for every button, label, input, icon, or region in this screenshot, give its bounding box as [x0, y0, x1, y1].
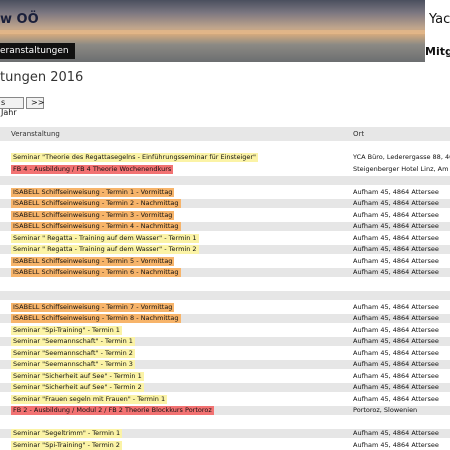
previous-year-button[interactable]: s Jahr: [0, 97, 24, 117]
event-location: Aufham 45, 4864 Attersee: [353, 302, 439, 311]
event-link[interactable]: Seminar "Frauen segeln mit Frauen" - Ter…: [11, 394, 168, 404]
table-row: Seminar "Sicherheit auf See" - Termin 1 A…: [0, 371, 450, 381]
event-link[interactable]: ISABELL Schiffseinweisung - Termin 5 - V…: [11, 256, 175, 266]
event-link[interactable]: ISABELL Schiffseinweisung - Termin 7 - V…: [11, 302, 175, 312]
nav-menu-veranstaltungen[interactable]: eranstaltungen: [0, 43, 75, 59]
table-row: Seminar "Seemannschaft" - Termin 2 Aufham…: [0, 348, 450, 358]
table-row: [0, 176, 450, 185]
event-link[interactable]: Seminar "Spi-Training" - Termin 2: [11, 440, 122, 450]
table-row: ISABELL Schiffseinweisung - Termin 7 - V…: [0, 302, 450, 312]
event-location: YCA Büro, Lederergasse 88, 40: [353, 153, 450, 161]
event-link[interactable]: Seminar "Theorie des Regattasegelns - Ei…: [11, 153, 259, 162]
header-banner: w OÖ eranstaltungen: [0, 0, 425, 62]
table-row: Seminar "Seemannschaft" - Termin 1 Aufham…: [0, 337, 450, 346]
event-location: Aufham 45, 4864 Attersee: [353, 371, 439, 380]
table-row: ISABELL Schiffseinweisung - Termin 2 - N…: [0, 199, 450, 208]
table-row: Seminar " Regatta - Training auf dem Was…: [0, 233, 450, 243]
event-location: Portoroz, Slowenien: [353, 406, 418, 414]
table-row: Seminar "Frauen segeln mit Frauen" - Ter…: [0, 394, 450, 404]
event-location: Aufham 45, 4864 Attersee: [353, 429, 439, 437]
event-link[interactable]: Seminar "Seemannschaft" - Termin 3: [11, 360, 135, 369]
event-location: Aufham 45, 4864 Attersee: [353, 245, 439, 253]
table-row: Seminar " Regatta - Training auf dem Was…: [0, 245, 450, 254]
table-row: ISABELL Schiffseinweisung - Termin 6 - N…: [0, 268, 450, 277]
event-link: [11, 280, 15, 289]
table-row: FB 2 - Ausbildung / Modul 2 / FB 2 Theor…: [0, 406, 450, 415]
table-row: ISABELL Schiffseinweisung - Termin 4 - N…: [0, 222, 450, 231]
event-link[interactable]: ISABELL Schiffseinweisung - Termin 4 - N…: [11, 222, 181, 231]
event-link[interactable]: Seminar "Sicherheit auf See" - Termin 1: [11, 371, 144, 381]
column-header-event: Veranstaltung: [11, 130, 60, 138]
event-link: [11, 291, 15, 300]
event-link[interactable]: ISABELL Schiffseinweisung - Termin 8 - N…: [11, 314, 181, 323]
event-link[interactable]: Seminar "Seemannschaft" - Termin 2: [11, 348, 135, 358]
event-location: Aufham 45, 4864 Attersee: [353, 187, 439, 196]
event-link[interactable]: ISABELL Schiffseinweisung - Termin 2 - N…: [11, 199, 181, 208]
event-location: Aufham 45, 4864 Attersee: [353, 383, 439, 391]
event-link[interactable]: Seminar "Seemannschaft" - Termin 1: [11, 337, 135, 346]
event-location: Aufham 45, 4864 Attersee: [353, 348, 439, 357]
site-title: w OÖ: [0, 12, 39, 27]
header-right-title: Yach: [429, 12, 450, 27]
event-link[interactable]: FB 2 - Ausbildung / Modul 2 / FB 2 Theor…: [11, 406, 214, 415]
table-row: [0, 418, 450, 427]
event-link[interactable]: ISABELL Schiffseinweisung - Termin 1 - V…: [11, 187, 175, 197]
event-link[interactable]: Seminar " Regatta - Training auf dem Was…: [11, 233, 199, 243]
event-location: Aufham 45, 4864 Attersee: [353, 210, 439, 219]
event-location: Aufham 45, 4864 Attersee: [353, 199, 439, 207]
event-location: Aufham 45, 4864 Attersee: [353, 268, 439, 276]
header-right-panel: Yach Mitg: [425, 0, 450, 62]
event-link[interactable]: FB 4 - Ausbildung / FB 4 Theorie Wochene…: [11, 164, 174, 174]
table-row: ISABELL Schiffseinweisung - Termin 8 - N…: [0, 314, 450, 323]
event-link[interactable]: ISABELL Schiffseinweisung - Termin 6 - N…: [11, 268, 181, 277]
table-row: Seminar "Seemannschaft" - Termin 3 Aufham…: [0, 360, 450, 369]
column-header-location: Ort: [353, 130, 365, 138]
event-location: Aufham 45, 4864 Attersee: [353, 233, 439, 242]
table-row: FB 4 - Ausbildung / FB 4 Theorie Wochene…: [0, 164, 450, 174]
event-location: Aufham 45, 4864 Attersee: [353, 256, 439, 265]
table-row: Seminar "Sicherheit auf See" - Termin 2 A…: [0, 383, 450, 392]
event-location: Aufham 45, 4864 Attersee: [353, 222, 439, 230]
event-location: Aufham 45, 4864 Attersee: [353, 325, 439, 334]
event-location: Aufham 45, 4864 Attersee: [353, 440, 439, 449]
event-link[interactable]: Seminar "Sicherheit auf See" - Termin 2: [11, 383, 144, 392]
page-title: tungen 2016: [0, 70, 84, 85]
table-row: Seminar "Spi-Training" - Termin 2 Aufham …: [0, 440, 450, 450]
header-right-link[interactable]: Mitg: [425, 45, 450, 58]
event-location: Aufham 45, 4864 Attersee: [353, 314, 439, 322]
next-year-button[interactable]: >>: [26, 97, 44, 109]
table-row: ISABELL Schiffseinweisung - Termin 1 - V…: [0, 187, 450, 197]
table-row: Seminar "Segeltrimm" - Termin 1 Aufham 45…: [0, 429, 450, 438]
event-location: Aufham 45, 4864 Attersee: [353, 337, 439, 345]
event-link: [11, 418, 15, 427]
banner-horizon: [0, 30, 425, 34]
event-location: Aufham 45, 4864 Attersee: [353, 394, 439, 403]
event-location: Steigenberger Hotel Linz, Am W: [353, 164, 450, 173]
event-link: [11, 176, 15, 185]
table-row: Seminar "Spi-Training" - Termin 1 Aufham …: [0, 325, 450, 335]
table-header: Veranstaltung Ort: [0, 127, 450, 141]
event-link[interactable]: ISABELL Schiffseinweisung - Termin 3 - V…: [11, 210, 175, 220]
event-link[interactable]: Seminar " Regatta - Training auf dem Was…: [11, 245, 199, 254]
table-row: Seminar "Theorie des Regattasegelns - Ei…: [0, 153, 450, 162]
event-link[interactable]: Seminar "Segeltrimm" - Termin 1: [11, 429, 123, 438]
event-link[interactable]: Seminar "Spi-Training" - Termin 1: [11, 325, 122, 335]
event-location: Aufham 45, 4864 Attersee: [353, 360, 439, 368]
table-row: ISABELL Schiffseinweisung - Termin 5 - V…: [0, 256, 450, 266]
table-row: ISABELL Schiffseinweisung - Termin 3 - V…: [0, 210, 450, 220]
table-row: [0, 280, 450, 289]
table-row: [0, 291, 450, 300]
